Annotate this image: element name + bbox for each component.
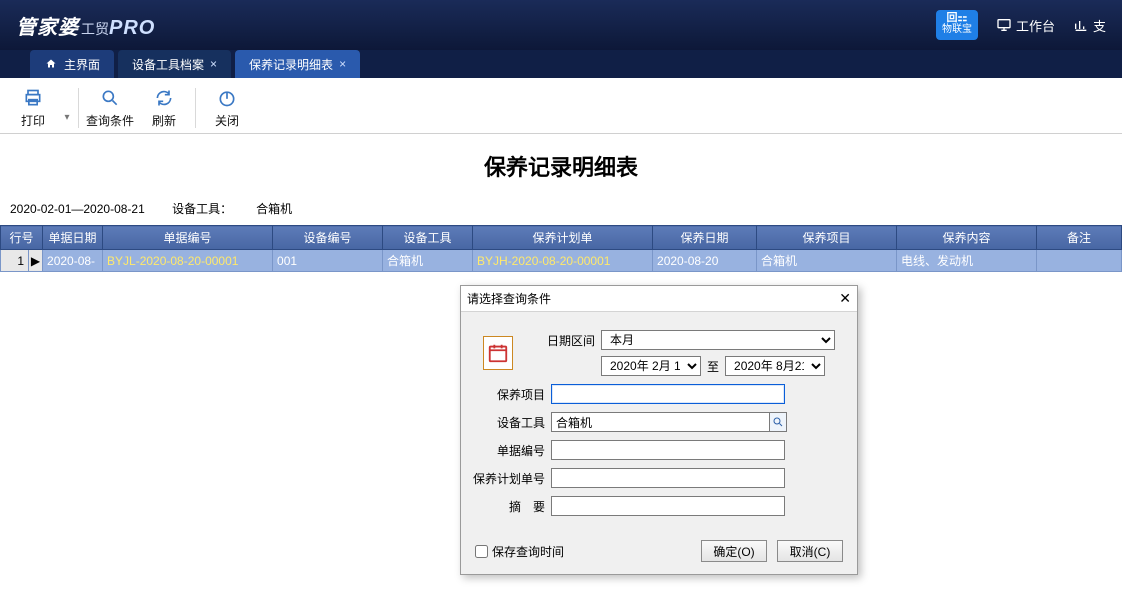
col-mitem[interactable]: 保养项目 <box>757 226 897 250</box>
ok-button[interactable]: 确定(O) <box>701 540 767 562</box>
label-doc-no: 单据编号 <box>483 442 551 459</box>
tab-device-archive-label: 设备工具档案 <box>132 56 204 73</box>
printer-icon <box>23 88 43 108</box>
dev-tool-lookup-button[interactable] <box>769 412 787 432</box>
tab-home[interactable]: 主界面 <box>30 50 114 78</box>
logo-sub: 工贸 <box>81 21 109 37</box>
table-header-row: 行号 单据日期 单据编号 设备编号 设备工具 保养计划单 保养日期 保养项目 保… <box>1 226 1122 250</box>
refresh-icon <box>154 88 174 108</box>
cell-idx: 1 <box>1 250 29 272</box>
logo-pro: PRO <box>109 17 155 39</box>
logo-main: 管家婆 <box>16 17 79 39</box>
cell-plan[interactable]: BYJH-2020-08-20-00001 <box>473 250 653 272</box>
cell-devname: 合箱机 <box>383 250 473 272</box>
date-from-select[interactable]: 2020年 2月 1日 <box>601 356 701 376</box>
col-devname[interactable]: 设备工具 <box>383 226 473 250</box>
query-button[interactable]: 查询条件 <box>83 86 137 129</box>
power-icon <box>217 88 237 108</box>
label-to: 至 <box>701 358 725 375</box>
query-dialog: 请选择查询条件 ✕ 日期区间 本月 2020年 2月 1日 <box>460 285 858 575</box>
save-query-time-label: 保存查询时间 <box>492 543 564 560</box>
close-label: 关闭 <box>200 110 254 129</box>
col-mcontent[interactable]: 保养内容 <box>897 226 1037 250</box>
home-icon <box>44 58 58 70</box>
dialog-title: 请选择查询条件 <box>467 290 551 307</box>
query-label: 查询条件 <box>83 110 137 129</box>
cell-mdate: 2020-08-20 <box>653 250 757 272</box>
doc-no-input[interactable] <box>551 440 785 460</box>
toolbar: 打印 ▾ 查询条件 刷新 关闭 <box>0 78 1122 134</box>
close-icon[interactable]: × <box>210 57 217 71</box>
iot-label: 物联宝 <box>942 24 972 36</box>
col-devno[interactable]: 设备编号 <box>273 226 383 250</box>
meta-dates: 2020-02-01—2020-08-21 <box>10 202 145 216</box>
cell-date: 2020-08- <box>43 250 103 272</box>
current-row-icon: ▶ <box>29 250 43 272</box>
close-button[interactable]: 关闭 <box>200 86 254 129</box>
iot-badge[interactable]: 回⚏ 物联宝 <box>936 10 978 40</box>
label-date-range: 日期区间 <box>533 332 601 349</box>
cell-mcontent: 电线、发动机 <box>897 250 1037 272</box>
plan-no-input[interactable] <box>551 468 785 488</box>
close-icon[interactable]: × <box>339 57 346 71</box>
col-plan[interactable]: 保养计划单 <box>473 226 653 250</box>
col-remark[interactable]: 备注 <box>1037 226 1122 250</box>
save-query-time-checkbox[interactable]: 保存查询时间 <box>475 543 564 560</box>
meta-tool: 设备工具：合箱机 <box>172 202 316 216</box>
cell-docno[interactable]: BYJL-2020-08-20-00001 <box>103 250 273 272</box>
tab-bar: 主界面 设备工具档案 × 保养记录明细表 × <box>0 50 1122 78</box>
tab-maintenance-detail[interactable]: 保养记录明细表 × <box>235 50 360 78</box>
tab-maintenance-detail-label: 保养记录明细表 <box>249 56 333 73</box>
refresh-button[interactable]: 刷新 <box>137 86 191 129</box>
search-icon <box>100 88 120 108</box>
brand-bar: 管家婆工贸PRO 回⚏ 物联宝 工作台 支 <box>0 0 1122 50</box>
workbench-label: 工作台 <box>1016 16 1055 35</box>
tab-home-label: 主界面 <box>64 56 100 73</box>
print-button[interactable]: 打印 <box>6 86 60 129</box>
label-maint-item: 保养项目 <box>483 386 551 403</box>
extra-link[interactable]: 支 <box>1073 16 1106 35</box>
cell-devno: 001 <box>273 250 383 272</box>
summary-input[interactable] <box>551 496 785 516</box>
date-range-select[interactable]: 本月 <box>601 330 835 350</box>
print-label: 打印 <box>6 110 60 129</box>
chart-icon <box>1073 17 1089 33</box>
cancel-button[interactable]: 取消(C) <box>777 540 843 562</box>
report-meta: 2020-02-01—2020-08-21 设备工具：合箱机 <box>0 198 1122 225</box>
table-row[interactable]: 1 ▶ 2020-08- BYJL-2020-08-20-00001 001 合… <box>1 250 1122 272</box>
separator <box>78 88 79 128</box>
extra-label: 支 <box>1093 16 1106 35</box>
calendar-icon <box>483 336 513 370</box>
dialog-titlebar[interactable]: 请选择查询条件 ✕ <box>461 286 857 312</box>
search-icon <box>772 416 784 428</box>
cell-mitem: 合箱机 <box>757 250 897 272</box>
report-title: 保养记录明细表 <box>0 142 1122 198</box>
col-date[interactable]: 单据日期 <box>43 226 103 250</box>
label-dev-tool: 设备工具 <box>483 414 551 431</box>
col-mdate[interactable]: 保养日期 <box>653 226 757 250</box>
refresh-label: 刷新 <box>137 110 191 129</box>
workbench-link[interactable]: 工作台 <box>996 16 1055 35</box>
separator <box>195 88 196 128</box>
label-summary: 摘 要 <box>483 498 551 515</box>
tab-device-archive[interactable]: 设备工具档案 × <box>118 50 231 78</box>
label-plan-no: 保养计划单号 <box>473 470 551 487</box>
print-dropdown[interactable]: ▾ <box>60 92 74 123</box>
date-to-select[interactable]: 2020年 8月21日 <box>725 356 825 376</box>
cell-remark <box>1037 250 1122 272</box>
data-table: 行号 单据日期 单据编号 设备编号 设备工具 保养计划单 保养日期 保养项目 保… <box>0 225 1122 272</box>
monitor-icon <box>996 17 1012 33</box>
maint-item-input[interactable] <box>551 384 785 404</box>
col-rownum[interactable]: 行号 <box>1 226 43 250</box>
iot-icon-text: 回⚏ <box>942 12 972 24</box>
col-docno[interactable]: 单据编号 <box>103 226 273 250</box>
app-logo: 管家婆工贸PRO <box>16 11 155 40</box>
dialog-close-icon[interactable]: ✕ <box>839 290 851 307</box>
save-query-time-input[interactable] <box>475 545 488 558</box>
dev-tool-input[interactable] <box>551 412 769 432</box>
